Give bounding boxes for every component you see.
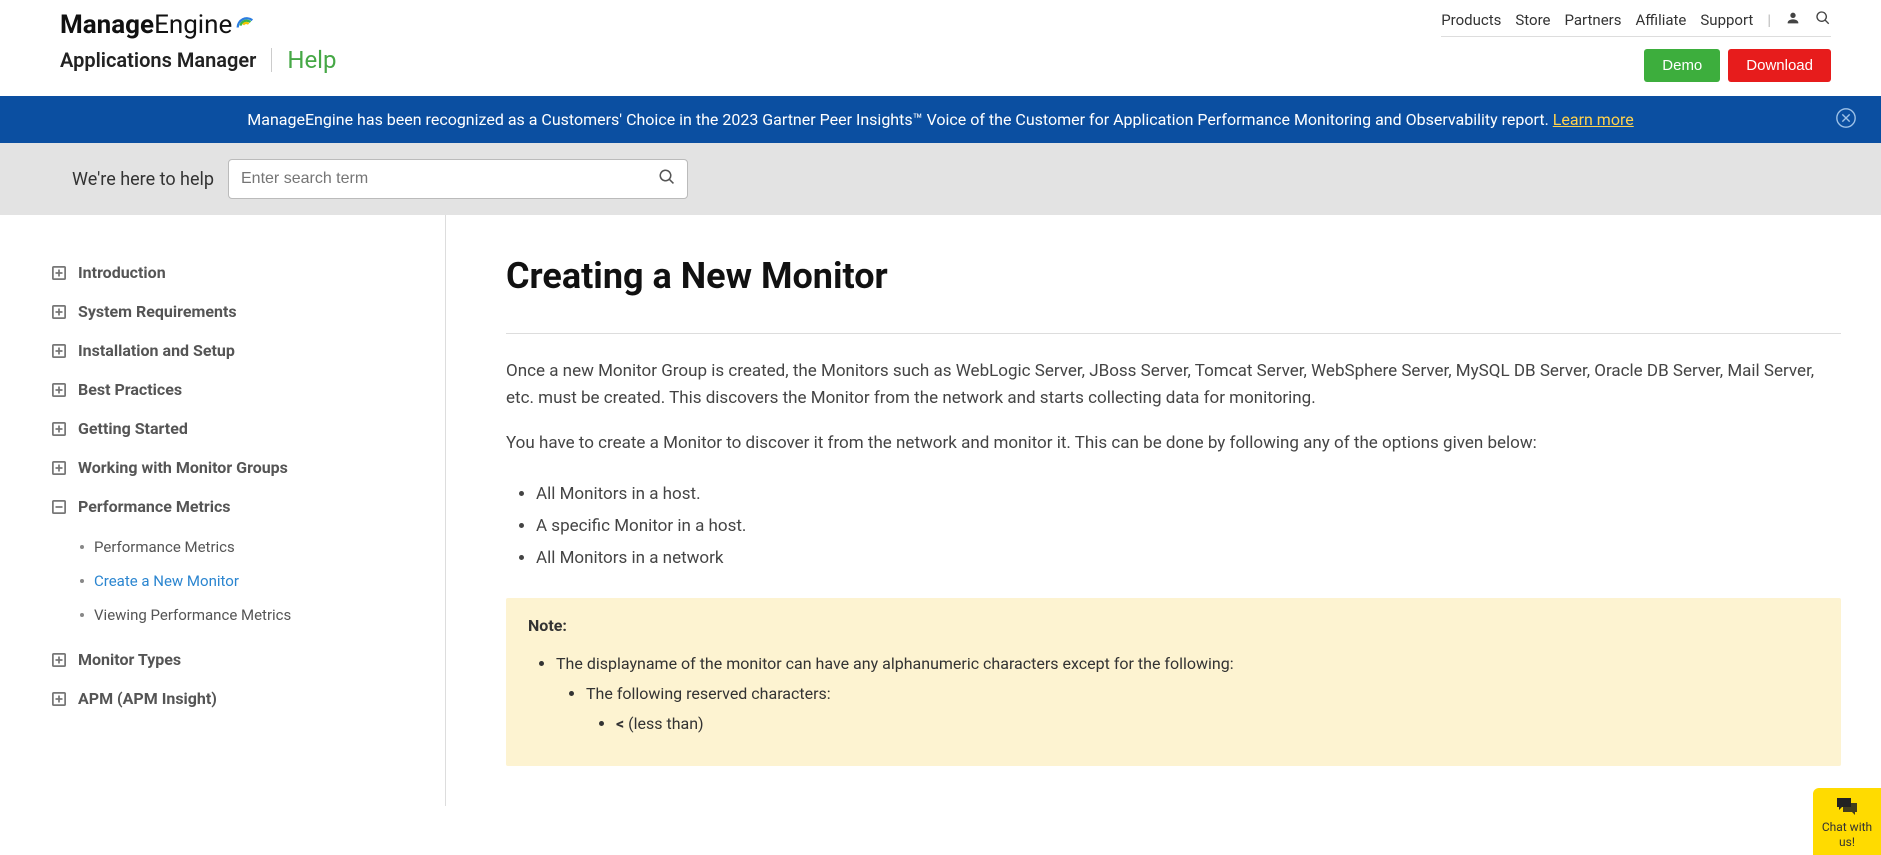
bullet-icon: [80, 613, 84, 617]
announcement-banner: ManageEngine has been recognized as a Cu…: [0, 96, 1881, 143]
main-layout: Introduction System Requirements Install…: [0, 215, 1881, 806]
sidebar-item-label: Performance Metrics: [78, 497, 231, 516]
sub-item-viewing-metrics[interactable]: Viewing Performance Metrics: [80, 598, 415, 632]
nav-products[interactable]: Products: [1441, 11, 1501, 29]
lt-symbol: <: [616, 714, 624, 733]
nav-affiliate[interactable]: Affiliate: [1635, 11, 1686, 29]
logo-swirl-icon: [234, 10, 256, 40]
sidebar-item-label: Introduction: [78, 263, 166, 282]
search-box: [228, 159, 688, 199]
sidebar-item-label: Getting Started: [78, 419, 188, 438]
demo-button[interactable]: Demo: [1644, 49, 1720, 82]
banner-learn-more-link[interactable]: Learn more: [1553, 110, 1634, 129]
sidebar-item-getting-started[interactable]: Getting Started: [52, 409, 415, 448]
sub-item-label: Create a New Monitor: [94, 572, 239, 590]
search-icon[interactable]: [1815, 10, 1831, 30]
chat-icon: [1835, 796, 1859, 816]
note-title: Note:: [528, 616, 1819, 635]
note-l3: < (less than): [616, 709, 1819, 738]
sidebar-item-label: System Requirements: [78, 302, 237, 321]
sidebar-item-monitor-types[interactable]: Monitor Types: [52, 640, 415, 679]
sidebar-item-best-practices[interactable]: Best Practices: [52, 370, 415, 409]
bullet-icon: [80, 579, 84, 583]
page-title: Creating a New Monitor: [506, 255, 1841, 297]
product-name[interactable]: Applications Manager: [60, 48, 272, 72]
chat-line1: Chat with: [1821, 821, 1873, 834]
sidebar-item-installation[interactable]: Installation and Setup: [52, 331, 415, 370]
sub-item-label: Performance Metrics: [94, 538, 235, 556]
sidebar-item-label: Monitor Types: [78, 650, 181, 669]
intro-paragraph-1: Once a new Monitor Group is created, the…: [506, 358, 1841, 412]
product-sub-row: Applications Manager Help: [60, 46, 337, 74]
top-header: ManageEngine Applications Manager Help P…: [0, 0, 1881, 82]
sidebar-item-monitor-groups[interactable]: Working with Monitor Groups: [52, 448, 415, 487]
search-input[interactable]: [228, 159, 688, 199]
note-l2-text: The following reserved characters:: [586, 684, 831, 703]
list-item: All Monitors in a network: [536, 542, 1841, 574]
sub-item-performance-metrics[interactable]: Performance Metrics: [80, 530, 415, 564]
brand-suffix: Engine: [154, 10, 232, 40]
top-right: Products Store Partners Affiliate Suppor…: [1441, 10, 1831, 82]
sidebar-item-label: Installation and Setup: [78, 341, 235, 360]
user-icon[interactable]: [1785, 10, 1801, 30]
bullet-icon: [80, 545, 84, 549]
list-item: A specific Monitor in a host.: [536, 510, 1841, 542]
divider-line: [506, 333, 1841, 334]
sidebar-sublist: Performance Metrics Create a New Monitor…: [80, 530, 415, 632]
options-list: All Monitors in a host. A specific Monit…: [536, 478, 1841, 574]
nav-support[interactable]: Support: [1700, 11, 1753, 29]
search-submit-icon[interactable]: [658, 168, 676, 190]
help-label: Help: [272, 46, 336, 74]
help-prompt: We're here to help: [72, 169, 214, 190]
brand-prefix: Manage: [60, 10, 154, 40]
intro-paragraph-2: You have to create a Monitor to discover…: [506, 430, 1841, 457]
brand-logo[interactable]: ManageEngine: [60, 10, 337, 40]
note-box: Note: The displayname of the monitor can…: [506, 598, 1841, 766]
chat-line2: us!: [1821, 836, 1873, 849]
sidebar: Introduction System Requirements Install…: [0, 215, 446, 806]
sidebar-item-system-requirements[interactable]: System Requirements: [52, 292, 415, 331]
chat-widget[interactable]: Chat with us!: [1813, 788, 1881, 855]
nav-partners[interactable]: Partners: [1565, 11, 1622, 29]
download-button[interactable]: Download: [1728, 49, 1831, 82]
logo-block: ManageEngine Applications Manager Help: [60, 10, 337, 74]
list-item: All Monitors in a host.: [536, 478, 1841, 510]
sub-item-label: Viewing Performance Metrics: [94, 606, 291, 624]
sidebar-item-label: APM (APM Insight): [78, 689, 217, 708]
sidebar-item-label: Working with Monitor Groups: [78, 458, 288, 477]
banner-text: ManageEngine has been recognized as a Cu…: [247, 110, 1552, 129]
top-nav: Products Store Partners Affiliate Suppor…: [1441, 10, 1831, 37]
sidebar-item-introduction[interactable]: Introduction: [52, 253, 415, 292]
action-buttons: Demo Download: [1644, 49, 1831, 82]
note-l2: The following reserved characters: < (le…: [586, 679, 1819, 743]
sub-item-create-monitor[interactable]: Create a New Monitor: [80, 564, 415, 598]
content-area: Creating a New Monitor Once a new Monito…: [446, 215, 1881, 806]
sidebar-item-apm[interactable]: APM (APM Insight): [52, 679, 415, 718]
lt-desc: (less than): [628, 714, 704, 733]
note-l1-text: The displayname of the monitor can have …: [556, 654, 1234, 673]
sidebar-item-performance-metrics[interactable]: Performance Metrics: [52, 487, 415, 526]
sidebar-item-label: Best Practices: [78, 380, 182, 399]
note-l1: The displayname of the monitor can have …: [556, 649, 1819, 748]
nav-divider: |: [1767, 11, 1771, 29]
search-row: We're here to help: [0, 143, 1881, 215]
banner-close-icon[interactable]: [1835, 107, 1857, 133]
nav-store[interactable]: Store: [1515, 11, 1550, 29]
